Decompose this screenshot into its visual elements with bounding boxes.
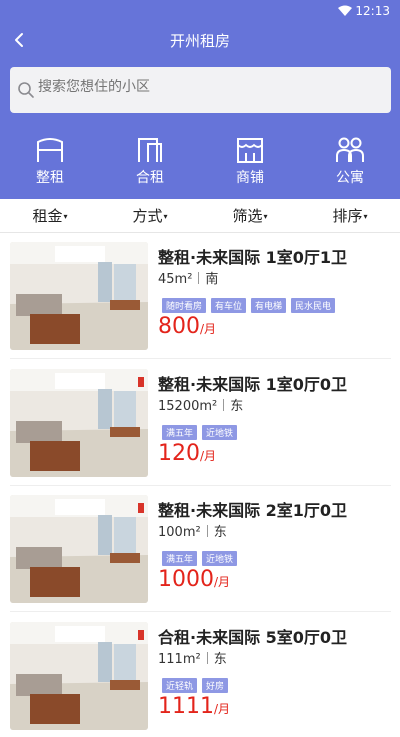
apartment-icon <box>336 137 364 162</box>
listing-price: 1000/月 <box>158 567 231 592</box>
listing-meta: 45m² 南 <box>158 268 218 287</box>
listing-price: 800/月 <box>158 314 217 339</box>
listing-tag: 近地铁 <box>202 551 238 566</box>
listing-tag: 近地铁 <box>202 425 238 440</box>
listing-photo <box>10 495 148 603</box>
listing-title: 整租·未来国际 2室1厅0卫 <box>158 501 348 520</box>
caret-down-icon: ▾ <box>263 212 268 221</box>
category-label: 商铺 <box>236 170 264 186</box>
listing-tag: 近轻轨 <box>162 678 198 693</box>
divider <box>10 611 391 612</box>
listing-tag: 满五年 <box>162 551 198 566</box>
listing-title: 整租·未来国际 1室0厅1卫 <box>158 248 348 267</box>
listing-price: 1111/月 <box>158 694 231 719</box>
listing-tags: 满五年 近地铁 <box>162 547 242 566</box>
listing-tag: 满五年 <box>162 425 198 440</box>
listing-tag: 随时看房 <box>162 298 207 313</box>
listing-item[interactable]: 整租·未来国际 2室1厅0卫 100m² 东 满五年 近地铁 1000/月 <box>10 495 391 610</box>
status-time: 12:13 <box>355 4 390 18</box>
listing-direction: 东 <box>213 525 227 540</box>
listing-price: 120/月 <box>158 441 217 466</box>
listing-tag: 好房 <box>202 678 229 693</box>
listing-tag: 有车位 <box>211 298 247 313</box>
search-icon <box>18 82 34 98</box>
filter-bar: 租金▾ 方式▾ 筛选▾ 排序▾ <box>0 199 400 233</box>
listing-item[interactable]: 整租·未来国际 1室0厅0卫 15200m² 东 满五年 近地铁 120/月 <box>10 369 391 484</box>
listing-area: 15200m² <box>158 399 218 414</box>
listing-photo <box>10 242 148 350</box>
listing-area: 45m² <box>158 272 193 287</box>
filter-rent[interactable]: 租金▾ <box>0 205 100 226</box>
listing-area: 100m² <box>158 525 201 540</box>
listing-area: 111m² <box>158 652 201 667</box>
listing-direction: 东 <box>230 399 244 414</box>
search-input[interactable] <box>38 79 378 95</box>
listing-tag: 民水民电 <box>291 298 336 313</box>
status-bar: 12:13 <box>0 0 400 22</box>
filter-method[interactable]: 方式▾ <box>100 205 200 226</box>
divider <box>10 485 391 486</box>
wifi-icon <box>338 5 352 16</box>
listing-title: 整租·未来国际 1室0厅0卫 <box>158 375 348 394</box>
category-label: 合租 <box>136 170 164 186</box>
divider <box>10 358 391 359</box>
page-title: 开州租房 <box>169 32 230 50</box>
category-apartment[interactable]: 公寓 <box>320 136 380 187</box>
category-whole-rent[interactable]: 整租 <box>20 136 80 187</box>
listing-tags: 随时看房 有车位 有电梯 民水民电 <box>162 294 340 313</box>
listing-meta: 15200m² 东 <box>158 395 243 414</box>
category-shop[interactable]: 商铺 <box>220 136 280 187</box>
listing-photo <box>10 369 148 477</box>
search-box[interactable] <box>10 67 391 113</box>
shop-icon <box>237 138 263 163</box>
category-label: 公寓 <box>336 170 364 186</box>
listing-item[interactable]: 整租·未来国际 1室0厅1卫 45m² 南 随时看房 有车位 有电梯 民水民电 800/… <box>10 242 391 357</box>
whole-rent-icon <box>37 138 63 162</box>
listing-meta: 111m² 东 <box>158 648 227 667</box>
listing-tags: 近轻轨 好房 <box>162 674 233 693</box>
listing-meta: 100m² 东 <box>158 521 227 540</box>
nav-bar: 开州租房 <box>0 24 400 56</box>
category-label: 整租 <box>36 170 64 186</box>
listing-title: 合租·未来国际 5室0厅0卫 <box>158 628 348 647</box>
listing-direction: 南 <box>205 272 219 287</box>
category-shared-rent[interactable]: 合租 <box>120 136 180 187</box>
listing-tags: 满五年 近地铁 <box>162 421 242 440</box>
listing-tag: 有电梯 <box>251 298 287 313</box>
shared-rent-icon <box>138 138 162 162</box>
caret-down-icon: ▾ <box>163 212 168 221</box>
filter-sort[interactable]: 排序▾ <box>300 205 400 226</box>
category-nav: 整租 合租 商铺 公寓 <box>0 136 400 190</box>
filter-screen[interactable]: 筛选▾ <box>200 205 300 226</box>
caret-down-icon: ▾ <box>363 212 368 221</box>
caret-down-icon: ▾ <box>63 212 68 221</box>
header: 12:13 开州租房 整租 合租 商铺 公寓 <box>0 0 400 199</box>
listing-item[interactable]: 合租·未来国际 5室0厅0卫 111m² 东 近轻轨 好房 1111/月 <box>10 622 391 737</box>
listing-direction: 东 <box>213 652 227 667</box>
listing-photo <box>10 622 148 730</box>
